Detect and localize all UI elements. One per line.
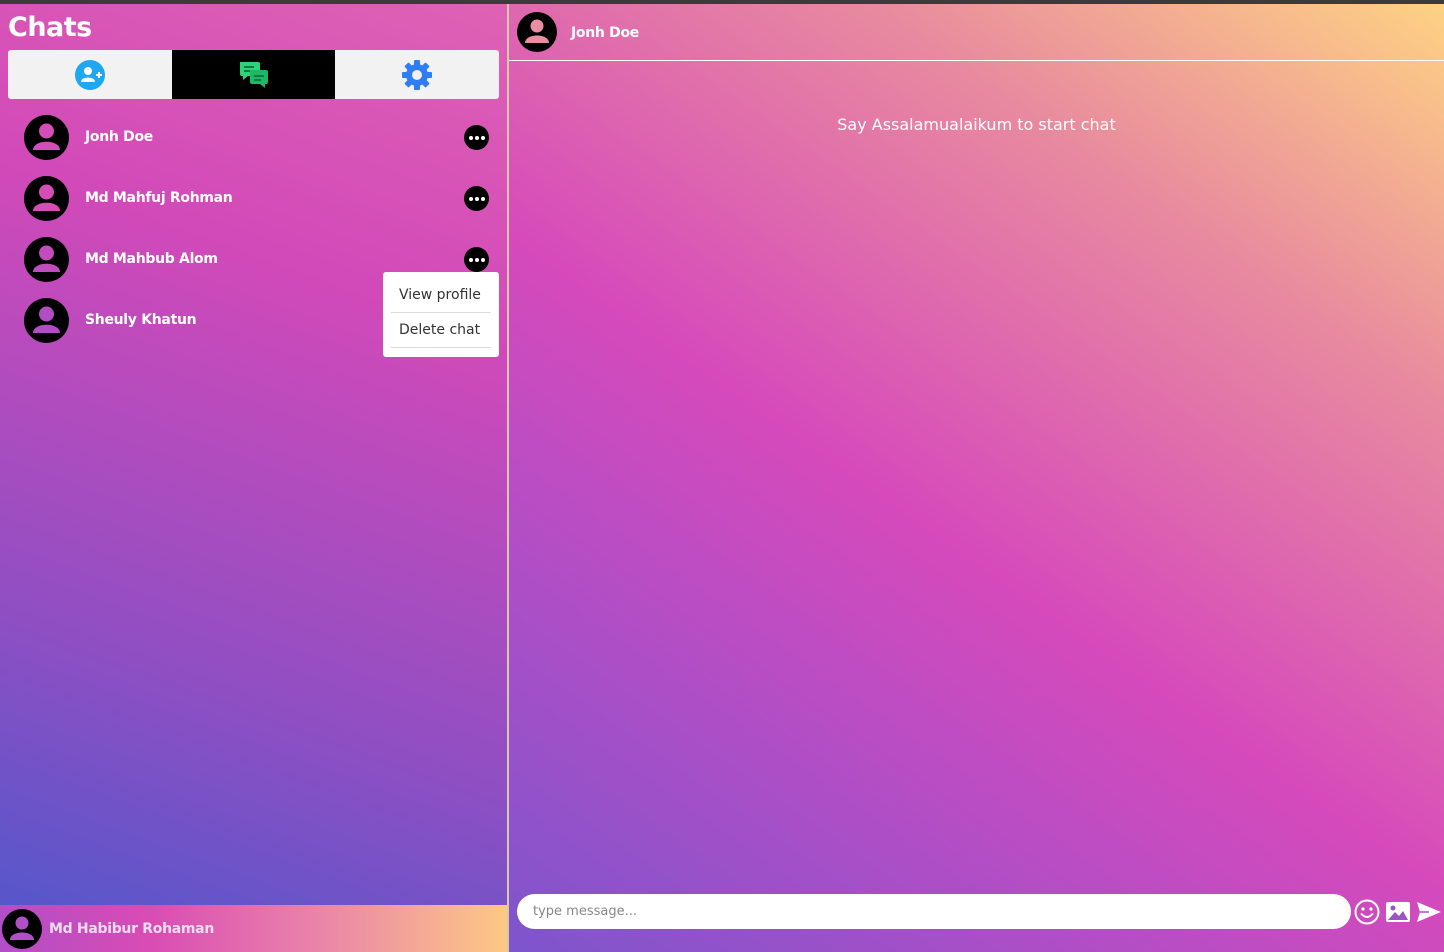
conversation-contact-name: Jonh Doe xyxy=(571,25,639,41)
user-silhouette-icon xyxy=(33,184,60,211)
more-options-button[interactable] xyxy=(464,125,489,150)
message-composer xyxy=(517,894,1351,929)
delete-chat-menu-item[interactable]: Delete chat xyxy=(391,313,491,348)
sidebar-title: Chats xyxy=(8,12,92,43)
user-plus-icon xyxy=(74,59,105,90)
chat-bubbles-icon xyxy=(239,61,268,88)
empty-conversation-message: Say Assalamualaikum to start chat xyxy=(837,115,1116,134)
sidebar-tabs xyxy=(8,50,499,99)
tab-settings[interactable] xyxy=(335,50,499,99)
message-input[interactable] xyxy=(517,894,1351,929)
image-icon[interactable] xyxy=(1384,898,1412,926)
user-silhouette-icon xyxy=(33,123,60,150)
view-profile-menu-item[interactable]: View profile xyxy=(391,278,491,313)
avatar xyxy=(24,176,69,221)
gear-icon xyxy=(402,59,433,90)
avatar xyxy=(2,909,42,949)
avatar xyxy=(24,237,69,282)
user-silhouette-icon xyxy=(10,916,34,940)
chat-name: Md Mahfuj Rohman xyxy=(85,190,233,206)
user-silhouette-icon xyxy=(33,245,60,272)
current-user-name: Md Habibur Rohaman xyxy=(49,921,214,937)
sidebar: Chats Jonh Doe Md Mahfuj Rohman Md Mahbu… xyxy=(0,4,507,952)
current-user-bar: Md Habibur Rohaman xyxy=(0,905,507,952)
chat-name: Sheuly Khatun xyxy=(85,312,197,328)
tab-add-contact[interactable] xyxy=(8,50,172,99)
send-icon[interactable] xyxy=(1415,898,1443,926)
conversation-panel: Jonh Doe Say Assalamualaikum to start ch… xyxy=(509,4,1444,952)
chat-name: Jonh Doe xyxy=(85,129,153,145)
avatar[interactable] xyxy=(517,12,557,52)
chat-name: Md Mahbub Alom xyxy=(85,251,218,267)
avatar xyxy=(24,298,69,343)
chat-item[interactable]: Jonh Doe xyxy=(0,110,507,171)
more-options-button[interactable] xyxy=(464,186,489,211)
chat-item[interactable]: Md Mahfuj Rohman xyxy=(0,171,507,232)
tab-chats[interactable] xyxy=(171,50,336,99)
more-options-button[interactable] xyxy=(464,247,489,272)
chat-context-menu: View profile Delete chat xyxy=(383,272,499,357)
user-silhouette-icon xyxy=(33,306,60,333)
conversation-header: Jonh Doe xyxy=(509,4,1444,61)
avatar xyxy=(24,115,69,160)
user-silhouette-icon xyxy=(525,19,549,43)
emoji-icon[interactable] xyxy=(1353,898,1381,926)
